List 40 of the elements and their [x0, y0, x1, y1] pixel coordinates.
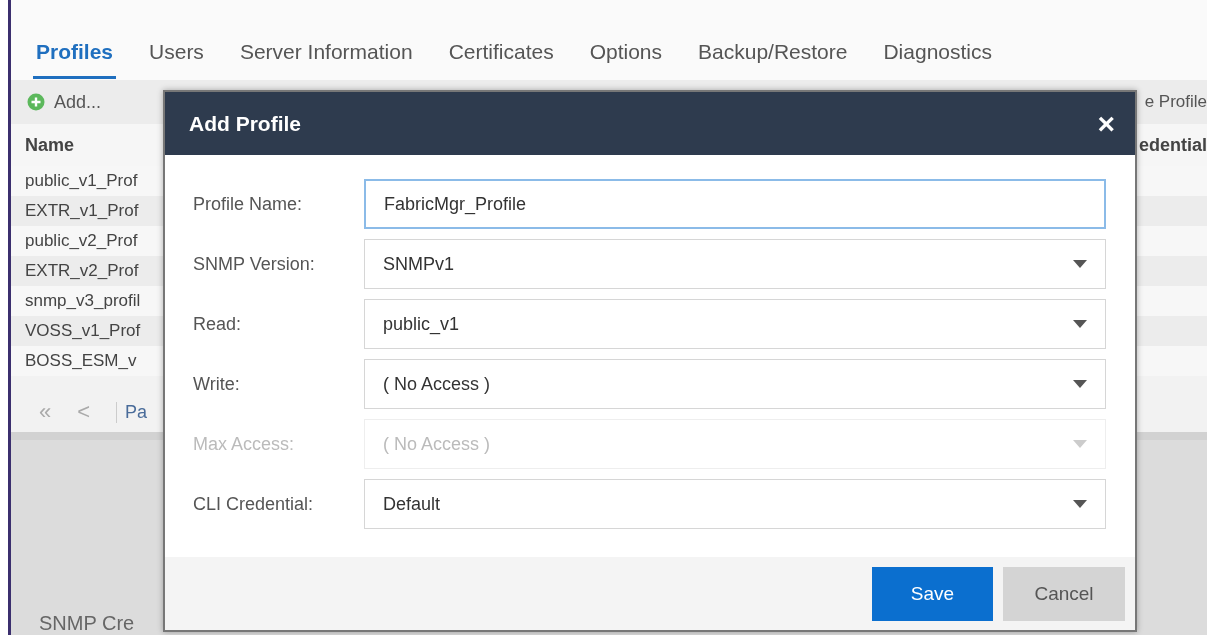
tab[interactable]: SNMP Cre [39, 612, 135, 635]
column-header: edential [1138, 134, 1207, 156]
tab[interactable]: Diagnostics [880, 36, 995, 79]
dropdown[interactable]: Default [364, 479, 1106, 529]
plus-circle-icon [27, 93, 45, 111]
table-cell: public_v2_Prof [25, 231, 138, 251]
field-label: SNMP Version: [193, 253, 316, 275]
caret-icon [1073, 320, 1087, 328]
field-label: Read: [193, 313, 243, 335]
dialog-title: Add Profile [189, 111, 301, 136]
tab[interactable]: Server Information [236, 36, 416, 79]
close-button[interactable]: × [1097, 108, 1115, 139]
dropdown[interactable]: public_v1 [364, 299, 1106, 349]
cancel-button[interactable]: Cancel [1003, 566, 1125, 621]
tab[interactable]: Certificates [445, 36, 557, 79]
field-label: Write: [193, 373, 241, 395]
caret-icon [1073, 440, 1087, 448]
tab[interactable]: Options [586, 36, 666, 79]
caret-icon [1073, 380, 1087, 388]
tab[interactable]: Backup/Restore [695, 36, 851, 79]
save-button[interactable]: Save [872, 566, 993, 621]
table-cell: EXTR_v2_Prof [25, 261, 139, 281]
table-cell: VOSS_v1_Prof [25, 321, 141, 341]
add-button[interactable]: Add... [27, 91, 102, 113]
caret-icon [1073, 260, 1087, 268]
tab[interactable]: Users [146, 36, 207, 79]
dropdown[interactable]: ( No Access ) [364, 359, 1106, 409]
field-label: CLI Credential: [193, 493, 315, 515]
table-cell: snmp_v3_profil [25, 291, 141, 311]
field-label: Max Access: [193, 433, 296, 455]
dropdown[interactable]: SNMPv1 [364, 239, 1106, 289]
toolbar-label: e Profile [1144, 92, 1207, 112]
table-cell: public_v1_Prof [25, 171, 138, 191]
caret-icon [1073, 500, 1087, 508]
field-label: Profile Name: [193, 193, 304, 215]
input-field[interactable]: FabricMgr_Profile [364, 179, 1106, 229]
page-label: Pa [116, 401, 148, 423]
column-header: Name [25, 134, 75, 156]
table-cell: BOSS_ESM_v [25, 351, 137, 371]
table-cell: EXTR_v1_Prof [25, 201, 139, 221]
